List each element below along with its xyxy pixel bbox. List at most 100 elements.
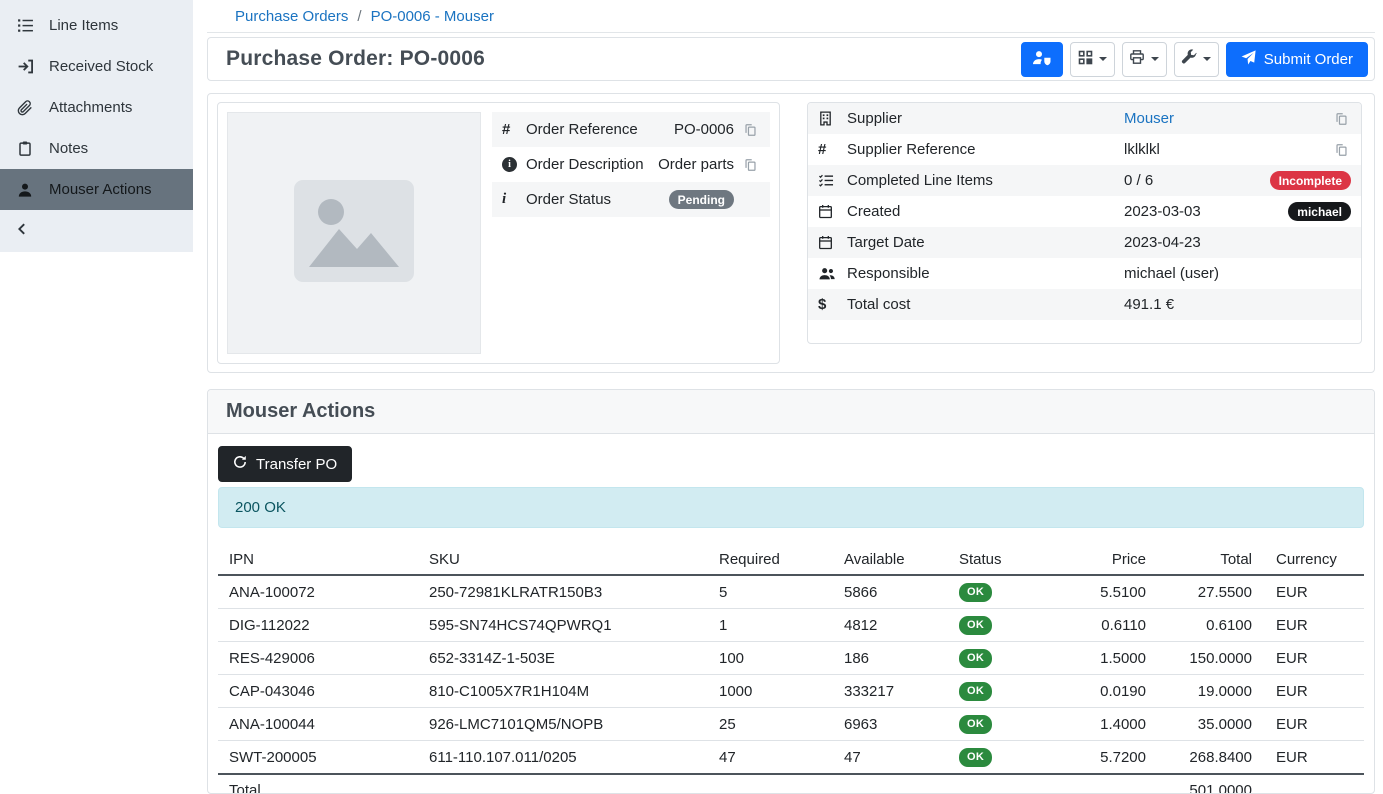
user-icon bbox=[15, 182, 35, 198]
table-row: ANA-100072 250-72981KLRATR150B3 5 5866 O… bbox=[218, 575, 1364, 609]
submit-order-label: Submit Order bbox=[1264, 51, 1353, 68]
detail-label: Order Status bbox=[526, 191, 669, 208]
breadcrumb-link-current[interactable]: PO-0006 - Mouser bbox=[371, 8, 494, 25]
chevron-down-icon bbox=[1151, 57, 1159, 61]
price-cell: 0.6110 bbox=[1058, 609, 1154, 642]
detail-row-completed-line-items: Completed Line Items 0 / 6 Incomplete bbox=[808, 165, 1361, 196]
sidebar-item-notes[interactable]: Notes bbox=[0, 128, 193, 169]
detail-label: Order Description bbox=[526, 156, 658, 173]
ipn-cell: DIG-112022 bbox=[218, 609, 418, 642]
print-actions-button[interactable] bbox=[1122, 42, 1167, 77]
transfer-po-button[interactable]: Transfer PO bbox=[218, 446, 352, 482]
copy-icon[interactable] bbox=[744, 158, 760, 172]
currency-cell: EUR bbox=[1260, 708, 1364, 741]
col-header-available: Available bbox=[833, 546, 948, 575]
detail-value: 0 / 6 bbox=[1124, 172, 1260, 189]
line-items-table: IPN SKU Required Available Status Price … bbox=[218, 546, 1364, 794]
admin-actions-button[interactable] bbox=[1174, 42, 1219, 77]
detail-row-target-date: Target Date 2023-04-23 bbox=[808, 227, 1361, 258]
price-cell: 5.5100 bbox=[1058, 575, 1154, 609]
detail-row-order-description: i Order Description Order parts bbox=[492, 147, 770, 182]
sku-cell: 926-LMC7101QM5/NOPB bbox=[418, 708, 708, 741]
clipboard-icon bbox=[15, 140, 35, 157]
sidebar: Line Items Received Stock Attachments No… bbox=[0, 0, 193, 794]
copy-icon[interactable] bbox=[744, 123, 760, 137]
ipn-cell: ANA-100072 bbox=[218, 575, 418, 609]
ok-badge: OK bbox=[959, 649, 992, 668]
sign-in-icon bbox=[15, 58, 35, 75]
col-header-price: Price bbox=[1058, 546, 1154, 575]
currency-cell: EUR bbox=[1260, 642, 1364, 675]
sidebar-item-attachments[interactable]: Attachments bbox=[0, 87, 193, 128]
sidebar-collapse-button[interactable] bbox=[0, 210, 193, 252]
available-cell: 5866 bbox=[833, 575, 948, 609]
ok-badge: OK bbox=[959, 616, 992, 635]
available-cell: 47 bbox=[833, 741, 948, 775]
breadcrumb-separator: / bbox=[357, 8, 361, 25]
image-placeholder-icon bbox=[293, 179, 415, 287]
table-footer: Total 501.0000 bbox=[218, 774, 1364, 794]
sidebar-item-label: Received Stock bbox=[49, 58, 153, 75]
sidebar-item-label: Line Items bbox=[49, 17, 118, 34]
list-check-icon bbox=[818, 173, 847, 188]
copy-icon[interactable] bbox=[1335, 112, 1351, 126]
chevron-left-icon bbox=[15, 222, 29, 240]
hash-icon: # bbox=[818, 141, 847, 158]
barcode-actions-button[interactable] bbox=[1070, 42, 1115, 77]
calendar-icon bbox=[818, 235, 847, 250]
paperclip-icon bbox=[15, 100, 35, 116]
detail-label: Supplier Reference bbox=[847, 141, 1124, 158]
order-status-badge: Pending bbox=[669, 190, 734, 209]
user-badge: michael bbox=[1288, 202, 1351, 221]
copy-icon[interactable] bbox=[1335, 143, 1351, 157]
col-header-currency: Currency bbox=[1260, 546, 1364, 575]
detail-value: 491.1 € bbox=[1124, 296, 1341, 313]
required-cell: 47 bbox=[708, 741, 833, 775]
sku-cell: 611-110.107.011/0205 bbox=[418, 741, 708, 775]
total-label: Total bbox=[218, 774, 1154, 794]
status-cell: OK bbox=[948, 741, 1058, 775]
sidebar-item-line-items[interactable]: Line Items bbox=[0, 5, 193, 46]
col-header-status: Status bbox=[948, 546, 1058, 575]
ok-badge: OK bbox=[959, 748, 992, 767]
available-cell: 333217 bbox=[833, 675, 948, 708]
submit-order-button[interactable]: Submit Order bbox=[1226, 42, 1368, 77]
ok-badge: OK bbox=[959, 715, 992, 734]
detail-label: Order Reference bbox=[526, 121, 674, 138]
breadcrumb-link-purchase-orders[interactable]: Purchase Orders bbox=[235, 8, 348, 25]
sku-cell: 810-C1005X7R1H104M bbox=[418, 675, 708, 708]
table-header: IPN SKU Required Available Status Price … bbox=[218, 546, 1364, 575]
currency-cell: EUR bbox=[1260, 609, 1364, 642]
available-cell: 186 bbox=[833, 642, 948, 675]
detail-label: Created bbox=[847, 203, 1124, 220]
total-row: Total 501.0000 bbox=[218, 774, 1364, 794]
detail-row-total-cost: $ Total cost 491.1 € bbox=[808, 289, 1361, 320]
users-icon bbox=[818, 266, 847, 281]
app-root: Line Items Received Stock Attachments No… bbox=[0, 0, 1383, 794]
required-cell: 1 bbox=[708, 609, 833, 642]
empty-cell bbox=[1260, 774, 1364, 794]
table-row: SWT-200005 611-110.107.011/0205 47 47 OK… bbox=[218, 741, 1364, 775]
detail-row-order-reference: # Order Reference PO-0006 bbox=[492, 112, 770, 147]
breadcrumb: Purchase Orders / PO-0006 - Mouser bbox=[207, 0, 1375, 33]
supplier-link[interactable]: Mouser bbox=[1124, 110, 1325, 127]
page-header-panel: Purchase Order: PO-0006 bbox=[207, 37, 1375, 81]
total-cell: 19.0000 bbox=[1154, 675, 1260, 708]
status-cell: OK bbox=[948, 575, 1058, 609]
status-cell: OK bbox=[948, 708, 1058, 741]
sidebar-item-received-stock[interactable]: Received Stock bbox=[0, 46, 193, 87]
detail-label: Responsible bbox=[847, 265, 1124, 282]
total-cell: 150.0000 bbox=[1154, 642, 1260, 675]
sidebar-item-mouser-actions[interactable]: Mouser Actions bbox=[0, 169, 193, 210]
toolbar: Submit Order bbox=[1021, 42, 1368, 77]
transfer-po-label: Transfer PO bbox=[256, 456, 337, 473]
user-roles-button[interactable] bbox=[1021, 42, 1063, 77]
available-cell: 4812 bbox=[833, 609, 948, 642]
total-cell: 27.5500 bbox=[1154, 575, 1260, 609]
table-row: ANA-100044 926-LMC7101QM5/NOPB 25 6963 O… bbox=[218, 708, 1364, 741]
currency-cell: EUR bbox=[1260, 675, 1364, 708]
status-cell: OK bbox=[948, 642, 1058, 675]
detail-value: michael (user) bbox=[1124, 265, 1341, 282]
ipn-cell: CAP-043046 bbox=[218, 675, 418, 708]
dollar-icon: $ bbox=[818, 296, 847, 313]
